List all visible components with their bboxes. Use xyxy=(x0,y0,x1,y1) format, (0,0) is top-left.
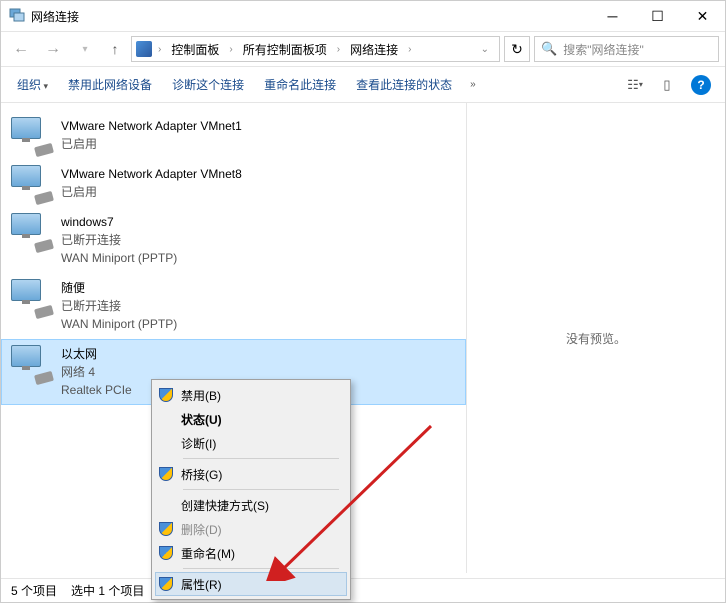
network-adapter-icon xyxy=(11,165,51,201)
preview-empty-text: 没有预览。 xyxy=(566,330,626,347)
shield-icon xyxy=(159,388,173,402)
view-status-button[interactable]: 查看此连接的状态 xyxy=(348,72,460,97)
list-item-info: VMware Network Adapter VMnet1 已启用 xyxy=(61,117,456,153)
breadcrumb-separator: › xyxy=(335,44,342,55)
menu-separator xyxy=(183,458,339,459)
item-count: 5 个项目 xyxy=(11,582,57,599)
help-button[interactable]: ? xyxy=(691,75,711,95)
connection-status: 已断开连接 xyxy=(61,231,456,249)
close-button[interactable]: ✕ xyxy=(680,1,725,31)
disable-device-button[interactable]: 禁用此网络设备 xyxy=(60,72,160,97)
context-menu: 禁用(B) 状态(U) 诊断(I) 桥接(G) 创建快捷方式(S) 删除(D) … xyxy=(151,379,351,600)
search-icon: 🔍 xyxy=(541,41,557,57)
connection-status: 已启用 xyxy=(61,135,456,153)
ctx-disable[interactable]: 禁用(B) xyxy=(155,383,347,407)
connection-name: VMware Network Adapter VMnet8 xyxy=(61,165,456,183)
shield-icon xyxy=(159,467,173,481)
connection-device: WAN Miniport (PPTP) xyxy=(61,249,456,267)
breadcrumb-separator: › xyxy=(227,44,234,55)
view-options-button[interactable]: ☷▾ xyxy=(621,73,649,97)
connection-name: 以太网 xyxy=(61,345,456,363)
network-adapter-icon xyxy=(11,345,51,381)
search-input[interactable]: 🔍 搜索"网络连接" xyxy=(534,36,719,62)
selection-count: 选中 1 个项目 xyxy=(71,582,144,599)
breadcrumb-item[interactable]: 所有控制面板项 xyxy=(239,39,331,60)
network-adapter-icon xyxy=(11,117,51,153)
organize-menu[interactable]: 组织 xyxy=(9,72,56,97)
search-placeholder: 搜索"网络连接" xyxy=(563,41,644,58)
connection-name: VMware Network Adapter VMnet1 xyxy=(61,117,456,135)
rename-button[interactable]: 重命名此连接 xyxy=(256,72,344,97)
navigation-bar: ← → ▾ ↑ › 控制面板 › 所有控制面板项 › 网络连接 › ⌄ ↻ 🔍 … xyxy=(1,31,725,67)
connection-status: 已断开连接 xyxy=(61,297,456,315)
menu-separator xyxy=(183,489,339,490)
diagnose-button[interactable]: 诊断这个连接 xyxy=(164,72,252,97)
network-adapter-icon xyxy=(11,213,51,249)
refresh-button[interactable]: ↻ xyxy=(504,36,530,62)
location-icon xyxy=(136,41,152,57)
breadcrumb-item[interactable]: 控制面板 xyxy=(167,39,223,60)
connection-device: WAN Miniport (PPTP) xyxy=(61,315,456,333)
history-dropdown[interactable]: ▾ xyxy=(71,35,99,63)
preview-pane-button[interactable]: ▯ xyxy=(653,73,681,97)
maximize-button[interactable]: ☐ xyxy=(635,1,680,31)
ctx-properties[interactable]: 属性(R) xyxy=(155,572,347,596)
ctx-shortcut[interactable]: 创建快捷方式(S) xyxy=(155,493,347,517)
list-item[interactable]: VMware Network Adapter VMnet1 已启用 xyxy=(1,111,466,159)
ctx-delete: 删除(D) xyxy=(155,517,347,541)
breadcrumb-separator: › xyxy=(406,44,413,55)
list-item-info: windows7 已断开连接 WAN Miniport (PPTP) xyxy=(61,213,456,267)
window-title: 网络连接 xyxy=(31,8,590,25)
minimize-button[interactable]: ─ xyxy=(590,1,635,31)
title-bar: 网络连接 ─ ☐ ✕ xyxy=(1,1,725,31)
ctx-diagnose[interactable]: 诊断(I) xyxy=(155,431,347,455)
overflow-chevron[interactable]: » xyxy=(464,79,482,90)
connection-status: 已启用 xyxy=(61,183,456,201)
window-controls: ─ ☐ ✕ xyxy=(590,1,725,31)
command-bar: 组织 禁用此网络设备 诊断这个连接 重命名此连接 查看此连接的状态 » ☷▾ ▯… xyxy=(1,67,725,103)
shield-icon xyxy=(159,522,173,536)
list-item-info: VMware Network Adapter VMnet8 已启用 xyxy=(61,165,456,201)
list-item-info: 随便 已断开连接 WAN Miniport (PPTP) xyxy=(61,279,456,333)
back-button[interactable]: ← xyxy=(7,35,35,63)
ctx-status[interactable]: 状态(U) xyxy=(155,407,347,431)
address-bar[interactable]: › 控制面板 › 所有控制面板项 › 网络连接 › ⌄ xyxy=(131,36,500,62)
list-item[interactable]: 随便 已断开连接 WAN Miniport (PPTP) xyxy=(1,273,466,339)
list-item[interactable]: windows7 已断开连接 WAN Miniport (PPTP) xyxy=(1,207,466,273)
breadcrumb-separator: › xyxy=(156,44,163,55)
shield-icon xyxy=(159,546,173,560)
list-item[interactable]: VMware Network Adapter VMnet8 已启用 xyxy=(1,159,466,207)
app-icon xyxy=(9,8,25,24)
address-dropdown-icon[interactable]: ⌄ xyxy=(475,44,495,55)
connection-name: 随便 xyxy=(61,279,456,297)
status-bar: 5 个项目 选中 1 个项目 xyxy=(1,578,725,602)
connection-name: windows7 xyxy=(61,213,456,231)
network-adapter-icon xyxy=(11,279,51,315)
ctx-rename[interactable]: 重命名(M) xyxy=(155,541,347,565)
breadcrumb-item[interactable]: 网络连接 xyxy=(346,39,402,60)
ctx-bridge[interactable]: 桥接(G) xyxy=(155,462,347,486)
up-button[interactable]: ↑ xyxy=(103,37,127,61)
content-area: VMware Network Adapter VMnet1 已启用 VMware… xyxy=(1,103,725,573)
preview-pane: 没有预览。 xyxy=(466,103,725,573)
menu-separator xyxy=(183,568,339,569)
forward-button[interactable]: → xyxy=(39,35,67,63)
shield-icon xyxy=(159,577,173,591)
